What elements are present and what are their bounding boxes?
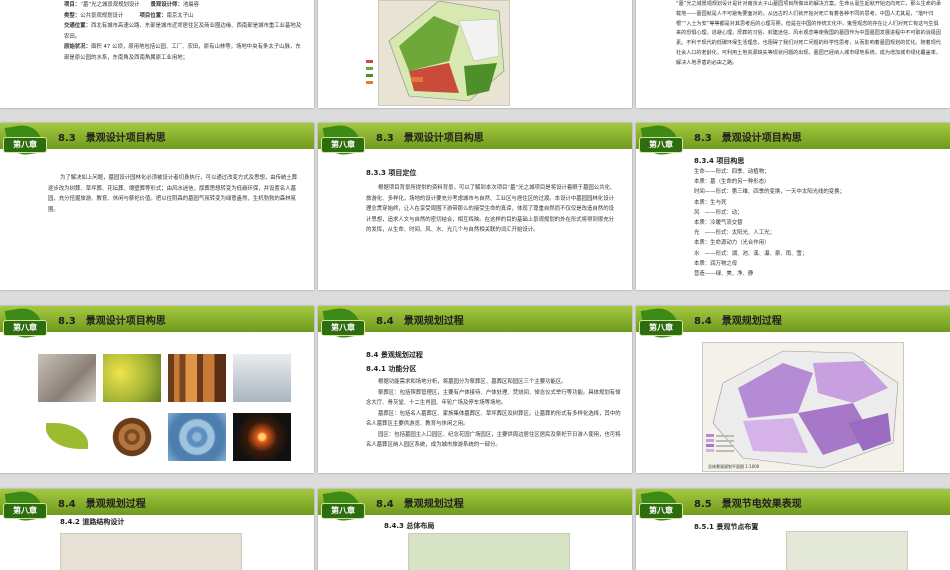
- slide-12-subtitle: 8.5.1 景观节点布置: [694, 523, 759, 531]
- concept-line: 本质：生命源动力（光合作用）: [694, 240, 770, 247]
- slide-11[interactable]: 8.4 景观规划过程 第八章 8.4.3 总体布局: [318, 489, 632, 570]
- photo-forest: [168, 354, 226, 402]
- slide-8-header: 8.4 景观规划过程: [318, 306, 632, 332]
- slide-12-header: 8.5 景观节电效果表现: [636, 489, 950, 515]
- concept-line: 时间——形式：第三维、四季的变换，一天中太阳光线的变换；: [694, 189, 845, 196]
- slide-4[interactable]: 8.3 景观设计项目构思 第八章 为了解决如上问题，墓园设计园林化必须被设计者切…: [0, 123, 314, 290]
- slide-3-body: “墓”光之城景观规划设计是针对南京太子山墓园项目所做出的解决方案。生命从诞生起就…: [676, 1, 942, 66]
- slide-10-header: 8.4 景观规划过程: [0, 489, 314, 515]
- photo-branch: [38, 354, 96, 402]
- slide-3[interactable]: “墓”光之城景观规划设计是针对南京太子山墓园项目所做出的解决方案。生命从诞生起就…: [636, 0, 950, 108]
- slide-8-body: 根据功能需求和场地分析，将墓园分为祭葬区、墓葬区和园区三个主要功能区。 祭葬区：…: [366, 379, 621, 448]
- chapter-badge: 第八章: [3, 489, 47, 525]
- slide-10[interactable]: 8.4 景观规划过程 第八章 8.4.2 道路结构设计: [0, 489, 314, 570]
- concept-line: 风 ——形式：动；: [694, 209, 743, 216]
- slide-7-header: 8.3 景观设计项目构思: [0, 306, 314, 332]
- slide-8[interactable]: 8.4 景观规划过程 第八章 8.4 景观规划过程 8.4.1 功能分区 根据功…: [318, 306, 632, 473]
- chapter-badge: 第八章: [639, 123, 683, 159]
- road-structure-map: [60, 533, 242, 570]
- slide-11-subtitle: 8.4.3 总体布局: [384, 522, 435, 530]
- functional-zoning-map: [702, 342, 904, 472]
- concept-line: 水 ——形式：湖、池、溪、瀑、泉、雨、雪；: [694, 250, 808, 257]
- slide-4-header: 8.3 景观设计项目构思: [0, 123, 314, 149]
- concept-line: 生命——形式：四季、动植物；: [694, 169, 770, 175]
- slide-10-subtitle: 8.4.2 道路结构设计: [60, 518, 125, 526]
- photo-tree-rings: [103, 413, 161, 461]
- slide-6-list: 生命——形式：四季、动植物； 本质：墓（生命的另一种形态） 时间——形式：第三维…: [694, 167, 936, 279]
- overall-layout-map: [408, 533, 570, 570]
- photo-water-ripple: [168, 413, 226, 461]
- slide-8-subtitle-2: 8.4.1 功能分区: [366, 365, 417, 373]
- photo-sky: [233, 354, 291, 402]
- slide-7[interactable]: 8.3 景观设计项目构思 第八章: [0, 306, 314, 473]
- slide-9[interactable]: 8.4 景观规划过程 第八章 总体景观规划平面图 1:1000: [636, 306, 950, 473]
- slide-8-subtitle-1: 8.4 景观规划过程: [366, 351, 423, 359]
- map-scale-caption: 总体景观规划平面图 1:1000: [708, 464, 760, 469]
- site-status-map-drawing: [388, 1, 505, 102]
- slide-11-header: 8.4 景观规划过程: [318, 489, 632, 515]
- slide-6-header: 8.3 景观设计项目构思: [636, 123, 950, 149]
- chapter-badge: 第八章: [3, 123, 47, 159]
- slide-1-body: 项目：“墓”光之城景观规划设计 景观设计师：池晨容 类型：公共景观规划设计 项目…: [64, 2, 302, 61]
- slide-6-subtitle: 8.3.4 项目构思: [694, 157, 745, 165]
- slide-5[interactable]: 8.3 景观设计项目构思 第八章 8.3.3 项目定位 根据项目背景所提供的资料…: [318, 123, 632, 290]
- slide-12[interactable]: 8.5 景观节电效果表现 第八章 8.5.1 景观节点布置: [636, 489, 950, 570]
- zoning-legend: [706, 434, 734, 452]
- site-status-map: [378, 0, 510, 106]
- slide-9-header: 8.4 景观规划过程: [636, 306, 950, 332]
- slide-6[interactable]: 8.3 景观设计项目构思 第八章 8.3.4 项目构思 生命——形式：四季、动植…: [636, 123, 950, 290]
- photo-fireworks: [233, 413, 291, 461]
- concept-line: 光 ——形式：太阳光、人工光；: [694, 230, 775, 237]
- photo-flowers: [103, 354, 161, 402]
- concept-line: 营造——绿、美、净、静: [694, 271, 754, 278]
- slide-4-body: 为了解决如上问题，墓园设计园林化必须被设计者切身执行，可以通过改变方式及思想，由…: [48, 175, 298, 213]
- slide-5-body: 根据项目背景所提供的资料背景，可以了解到本次项目“墓”光之城项目是将设计着眼于墓…: [366, 185, 616, 233]
- map-legend: [366, 60, 373, 84]
- concept-line: 本质：墓（生命的另一种形态）: [694, 179, 770, 186]
- chapter-badge: 第八章: [639, 489, 683, 525]
- chapter-badge: 第八章: [321, 489, 365, 525]
- slide-5-subtitle: 8.3.3 项目定位: [366, 169, 417, 177]
- slide-1[interactable]: 项目：“墓”光之城景观规划设计 景观设计师：池晨容 类型：公共景观规划设计 项目…: [0, 0, 314, 108]
- chapter-badge: 第八章: [639, 306, 683, 342]
- concept-line: 本质：生与死: [694, 199, 727, 206]
- chapter-badge: 第八章: [321, 123, 365, 159]
- slide-2[interactable]: [318, 0, 632, 108]
- concept-line: 本质：冷暖气流交替: [694, 220, 743, 227]
- photo-leaf: [38, 413, 96, 461]
- slide-5-header: 8.3 景观设计项目构思: [318, 123, 632, 149]
- landscape-node-map: [786, 531, 908, 570]
- chapter-badge: 第八章: [321, 306, 365, 342]
- concept-line: 本质：润万物之母: [694, 260, 738, 267]
- chapter-badge: 第八章: [3, 306, 47, 342]
